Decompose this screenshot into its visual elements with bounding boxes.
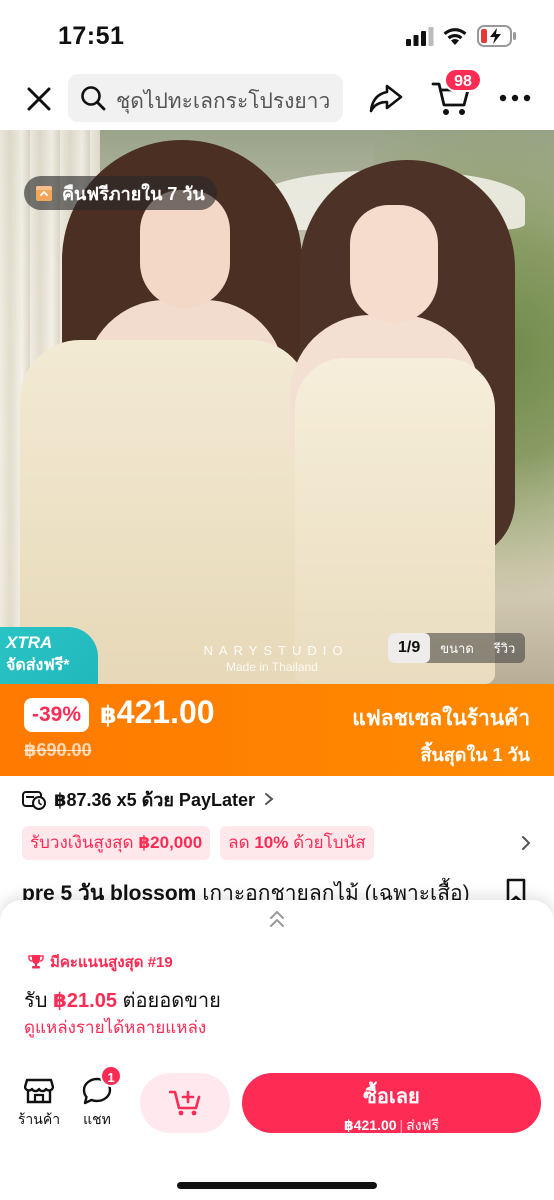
product-image-gallery[interactable] [0, 130, 554, 684]
gallery-image-counter[interactable]: 1/9 [388, 633, 431, 663]
earn-amount: ฿21.05 [53, 990, 117, 1012]
chat-unread-badge: 1 [100, 1065, 122, 1087]
promo-bonus-suffix: ด้วยโบนัส [288, 833, 366, 852]
add-to-cart-button[interactable] [140, 1073, 230, 1133]
earn-prefix: รับ [24, 990, 53, 1012]
shop-label: ร้านค้า [17, 1111, 61, 1127]
buy-now-label: ซื้อเลย [363, 1086, 420, 1108]
bottom-action-bar: ร้านค้า 1 แชท ซื้อเลย ฿421.00 | ส่งฟรี [0, 1055, 554, 1200]
return-box-icon [36, 186, 52, 201]
model-right-face [350, 205, 438, 323]
discount-badge: -39% [24, 698, 90, 732]
income-sources-link[interactable]: ดูแหล่งรายได้หลายแหล่ง [24, 1014, 206, 1041]
promo-credit-prefix: รับวงเงินสูงสุด [30, 833, 139, 852]
cart-count-badge: 98 [444, 68, 482, 92]
promo-bonus-prefix: ลด [228, 833, 255, 852]
share-icon[interactable] [368, 80, 404, 116]
status-bar: 17:51 [0, 0, 554, 68]
search-query-text: ชุดไปทะเลกระโปรงยาว [116, 90, 331, 113]
buy-now-price: ฿421.00 [343, 1117, 397, 1133]
top-nav: ชุดไปทะเลกระโปรงยาว 98 [0, 68, 554, 130]
close-icon[interactable] [22, 82, 56, 116]
status-time: 17:51 [58, 22, 125, 50]
promo-row: รับวงเงินสูงสุด ฿20,000 ลด 10% ด้วยโบนัส [22, 826, 374, 860]
brand-watermark: NARYSTUDIO [203, 643, 349, 658]
add-to-cart-icon [169, 1090, 201, 1116]
xtra-subtitle: จัดส่งฟรี* [6, 657, 70, 674]
home-indicator[interactable] [177, 1182, 377, 1189]
free-return-text: คืนฟรีภายใน 7 วัน [62, 183, 205, 204]
earn-per-sale: รับ ฿21.05 ต่อยอดขาย [24, 984, 221, 1016]
trophy-icon [28, 955, 44, 969]
current-price-value: 421.00 [116, 694, 215, 730]
promo-credit-amount: ฿20,000 [138, 833, 203, 852]
gallery-tab-review[interactable]: รีวิว [484, 638, 526, 659]
rank-row: มีคะแนนสูงสุด #19 [28, 950, 173, 974]
wifi-icon [443, 28, 467, 45]
chevron-double-up-icon[interactable] [268, 908, 286, 930]
promo-credit-limit[interactable]: รับวงเงินสูงสุด ฿20,000 [22, 826, 211, 860]
paylater-text: ฿87.36 x5 ด้วย PayLater [54, 789, 255, 810]
buy-now-subtext: ฿421.00 | ส่งฟรี [343, 1117, 439, 1133]
cellular-signal-icon [406, 27, 434, 46]
promo-bonus-discount[interactable]: ลด 10% ด้วยโบนัส [220, 826, 374, 860]
chat-label: แชท [83, 1111, 111, 1127]
flash-sale-price-banner: -39% ฿421.00 ฿690.00 แฟลชเซลในร้านค้า สิ… [0, 684, 554, 776]
promo-chevron-right-icon[interactable] [519, 835, 533, 851]
search-icon [81, 86, 106, 111]
flash-sale-countdown: สิ้นสุดใน 1 วัน [420, 745, 531, 765]
free-return-badge[interactable]: คืนฟรีภายใน 7 วัน [24, 176, 217, 210]
affiliate-bottom-sheet: มีคะแนนสูงสุด #19 รับ ฿21.05 ต่อยอดขาย ด… [0, 900, 554, 1055]
earn-suffix: ต่อยอดขาย [116, 990, 221, 1012]
storefront-icon [24, 1078, 54, 1104]
buy-now-shipping: ส่งฟรี [406, 1117, 439, 1133]
promo-bonus-percent: 10% [254, 833, 289, 852]
currency-symbol: ฿ [100, 702, 117, 729]
xtra-free-shipping-badge: XTRA จัดส่งฟรี* [0, 627, 98, 684]
brand-watermark-sub: Made in Thailand [226, 660, 318, 674]
gallery-tab-size[interactable]: ขนาด [430, 638, 484, 659]
current-price: ฿421.00 [100, 694, 215, 731]
original-price: ฿690.00 [24, 740, 92, 760]
gallery-tabs: 1/9 ขนาด รีวิว [388, 633, 526, 663]
shop-button[interactable]: ร้านค้า [16, 1077, 62, 1131]
flash-sale-label: แฟลชเซลในร้านค้า [352, 707, 530, 730]
chevron-right-icon [264, 793, 274, 805]
search-input[interactable]: ชุดไปทะเลกระโปรงยาว [68, 74, 343, 122]
chat-button[interactable]: 1 แชท [76, 1065, 122, 1131]
buy-now-button[interactable]: ซื้อเลย ฿421.00 | ส่งฟรี [242, 1073, 541, 1133]
more-options-icon[interactable] [498, 86, 532, 110]
paylater-row[interactable]: ฿87.36 x5 ด้วย PayLater [22, 786, 275, 812]
paylater-icon [22, 791, 46, 810]
xtra-title: XTRA [6, 633, 53, 652]
rank-text: มีคะแนนสูงสุด #19 [50, 954, 173, 971]
battery-low-charging-icon [477, 25, 516, 47]
